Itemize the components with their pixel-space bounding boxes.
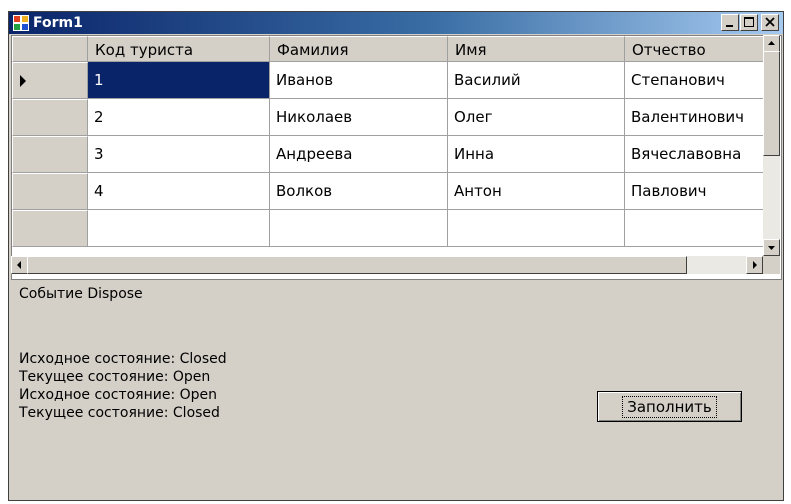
column-header-name[interactable]: Имя — [448, 36, 625, 62]
row-pointer-icon — [20, 75, 26, 87]
window-title: Form1 — [33, 15, 83, 31]
form-window: Form1 Код туриста Фамилия Имя Отчество 1… — [8, 11, 784, 501]
fill-button[interactable]: Заполнить — [597, 391, 742, 422]
scroll-left-button[interactable] — [11, 256, 28, 274]
title-bar[interactable]: Form1 — [9, 12, 783, 34]
grid-cell[interactable] — [625, 210, 766, 247]
maximize-button[interactable] — [740, 14, 758, 31]
scroll-down-button[interactable] — [763, 239, 780, 256]
row-header[interactable] — [12, 136, 88, 173]
grid-cell[interactable]: Василий — [448, 62, 625, 99]
log-line: Текущее состояние: Closed — [19, 405, 220, 421]
grid-cell[interactable]: Волков — [270, 173, 448, 210]
column-header-tourist-code[interactable]: Код туриста — [88, 36, 270, 62]
minimize-icon — [726, 25, 733, 27]
grid-cell[interactable]: Степанович — [625, 62, 766, 99]
grid-cell[interactable]: Иванов — [270, 62, 448, 99]
grid-cell[interactable]: Олег — [448, 99, 625, 136]
row-header[interactable] — [12, 210, 88, 247]
grid-corner-header[interactable] — [12, 36, 88, 62]
grid-cell[interactable]: Антон — [448, 173, 625, 210]
grid-cell[interactable]: 4 — [88, 173, 270, 210]
arrow-right-icon — [753, 261, 757, 269]
grid-cell[interactable]: Андреева — [270, 136, 448, 173]
horizontal-scroll-thumb[interactable] — [27, 256, 687, 274]
arrow-up-icon — [768, 41, 775, 45]
grid-cell[interactable] — [448, 210, 625, 247]
grid-cell[interactable]: 3 — [88, 136, 270, 173]
close-icon — [765, 17, 775, 27]
row-header[interactable] — [12, 62, 88, 99]
grid-cell[interactable] — [88, 210, 270, 247]
vertical-scroll-thumb[interactable] — [763, 51, 780, 156]
grid-cell[interactable]: 2 — [88, 99, 270, 136]
fill-button-label: Заполнить — [622, 395, 717, 418]
scroll-up-button[interactable] — [763, 35, 780, 52]
log-line: Текущее состояние: Open — [19, 369, 211, 385]
scroll-right-button[interactable] — [746, 256, 763, 274]
column-header-surname[interactable]: Фамилия — [270, 36, 448, 62]
column-header-patronymic[interactable]: Отчество — [625, 36, 766, 62]
grid-cell[interactable] — [270, 210, 448, 247]
minimize-button[interactable] — [721, 14, 739, 31]
event-label: Событие Dispose — [19, 286, 143, 302]
connection-state-log: Исходное состояние: Closed Текущее состо… — [19, 350, 227, 422]
maximize-icon — [744, 17, 754, 27]
log-line: Исходное состояние: Closed — [19, 351, 227, 367]
grid-cell[interactable]: Вячеславовна — [625, 136, 766, 173]
app-icon — [13, 15, 29, 31]
grid-cell[interactable]: 1 — [88, 62, 270, 99]
grid-cell[interactable]: Николаев — [270, 99, 448, 136]
arrow-left-icon — [17, 261, 21, 269]
horizontal-scrollbar[interactable] — [11, 256, 763, 274]
row-header[interactable] — [12, 173, 88, 210]
vertical-scrollbar[interactable] — [763, 35, 780, 256]
row-header[interactable] — [12, 99, 88, 136]
close-button[interactable] — [761, 14, 779, 31]
data-grid[interactable]: Код туриста Фамилия Имя Отчество 1 Ивано… — [11, 35, 782, 280]
log-line: Исходное состояние: Open — [19, 387, 218, 403]
grid-cell[interactable]: Павлович — [625, 173, 766, 210]
grid-cell[interactable]: Валентинович — [625, 99, 766, 136]
scrollbar-corner — [763, 256, 780, 274]
grid-cell[interactable]: Инна — [448, 136, 625, 173]
arrow-down-icon — [768, 246, 775, 250]
